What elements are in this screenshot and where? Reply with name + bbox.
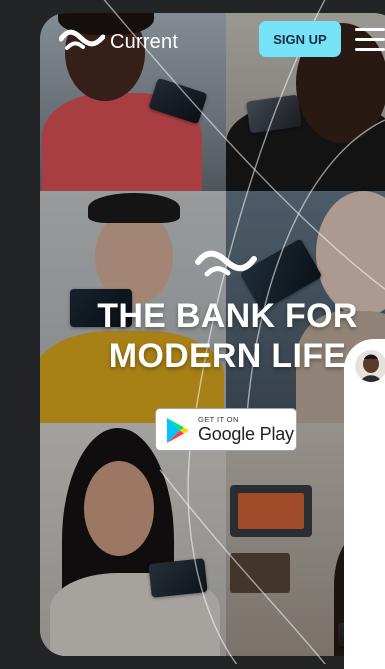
chat-panel[interactable] xyxy=(344,339,385,669)
headline-line-2: MODERN LIFE xyxy=(108,337,347,375)
brand-name: Current xyxy=(110,31,179,53)
sign-up-button[interactable]: SIGN UP xyxy=(259,21,341,57)
headline-line-1: THE BANK FOR xyxy=(97,297,358,335)
badge-store-name: Google Play xyxy=(198,424,294,444)
chat-avatar-icon[interactable] xyxy=(355,350,385,382)
badge-prefix: GET IT ON xyxy=(198,415,239,424)
current-logo-icon xyxy=(58,28,106,57)
google-play-badge[interactable]: GET IT ON Google Play xyxy=(155,408,297,451)
top-bar: Current SIGN UP xyxy=(0,0,385,60)
google-play-icon xyxy=(165,417,191,449)
menu-icon[interactable] xyxy=(355,26,385,52)
brand-logo[interactable]: Current xyxy=(58,28,179,57)
hero-headline: THE BANK FOR MODERN LIFE xyxy=(95,296,360,376)
current-wave-icon xyxy=(195,248,257,283)
video-tile-5 xyxy=(40,423,226,656)
